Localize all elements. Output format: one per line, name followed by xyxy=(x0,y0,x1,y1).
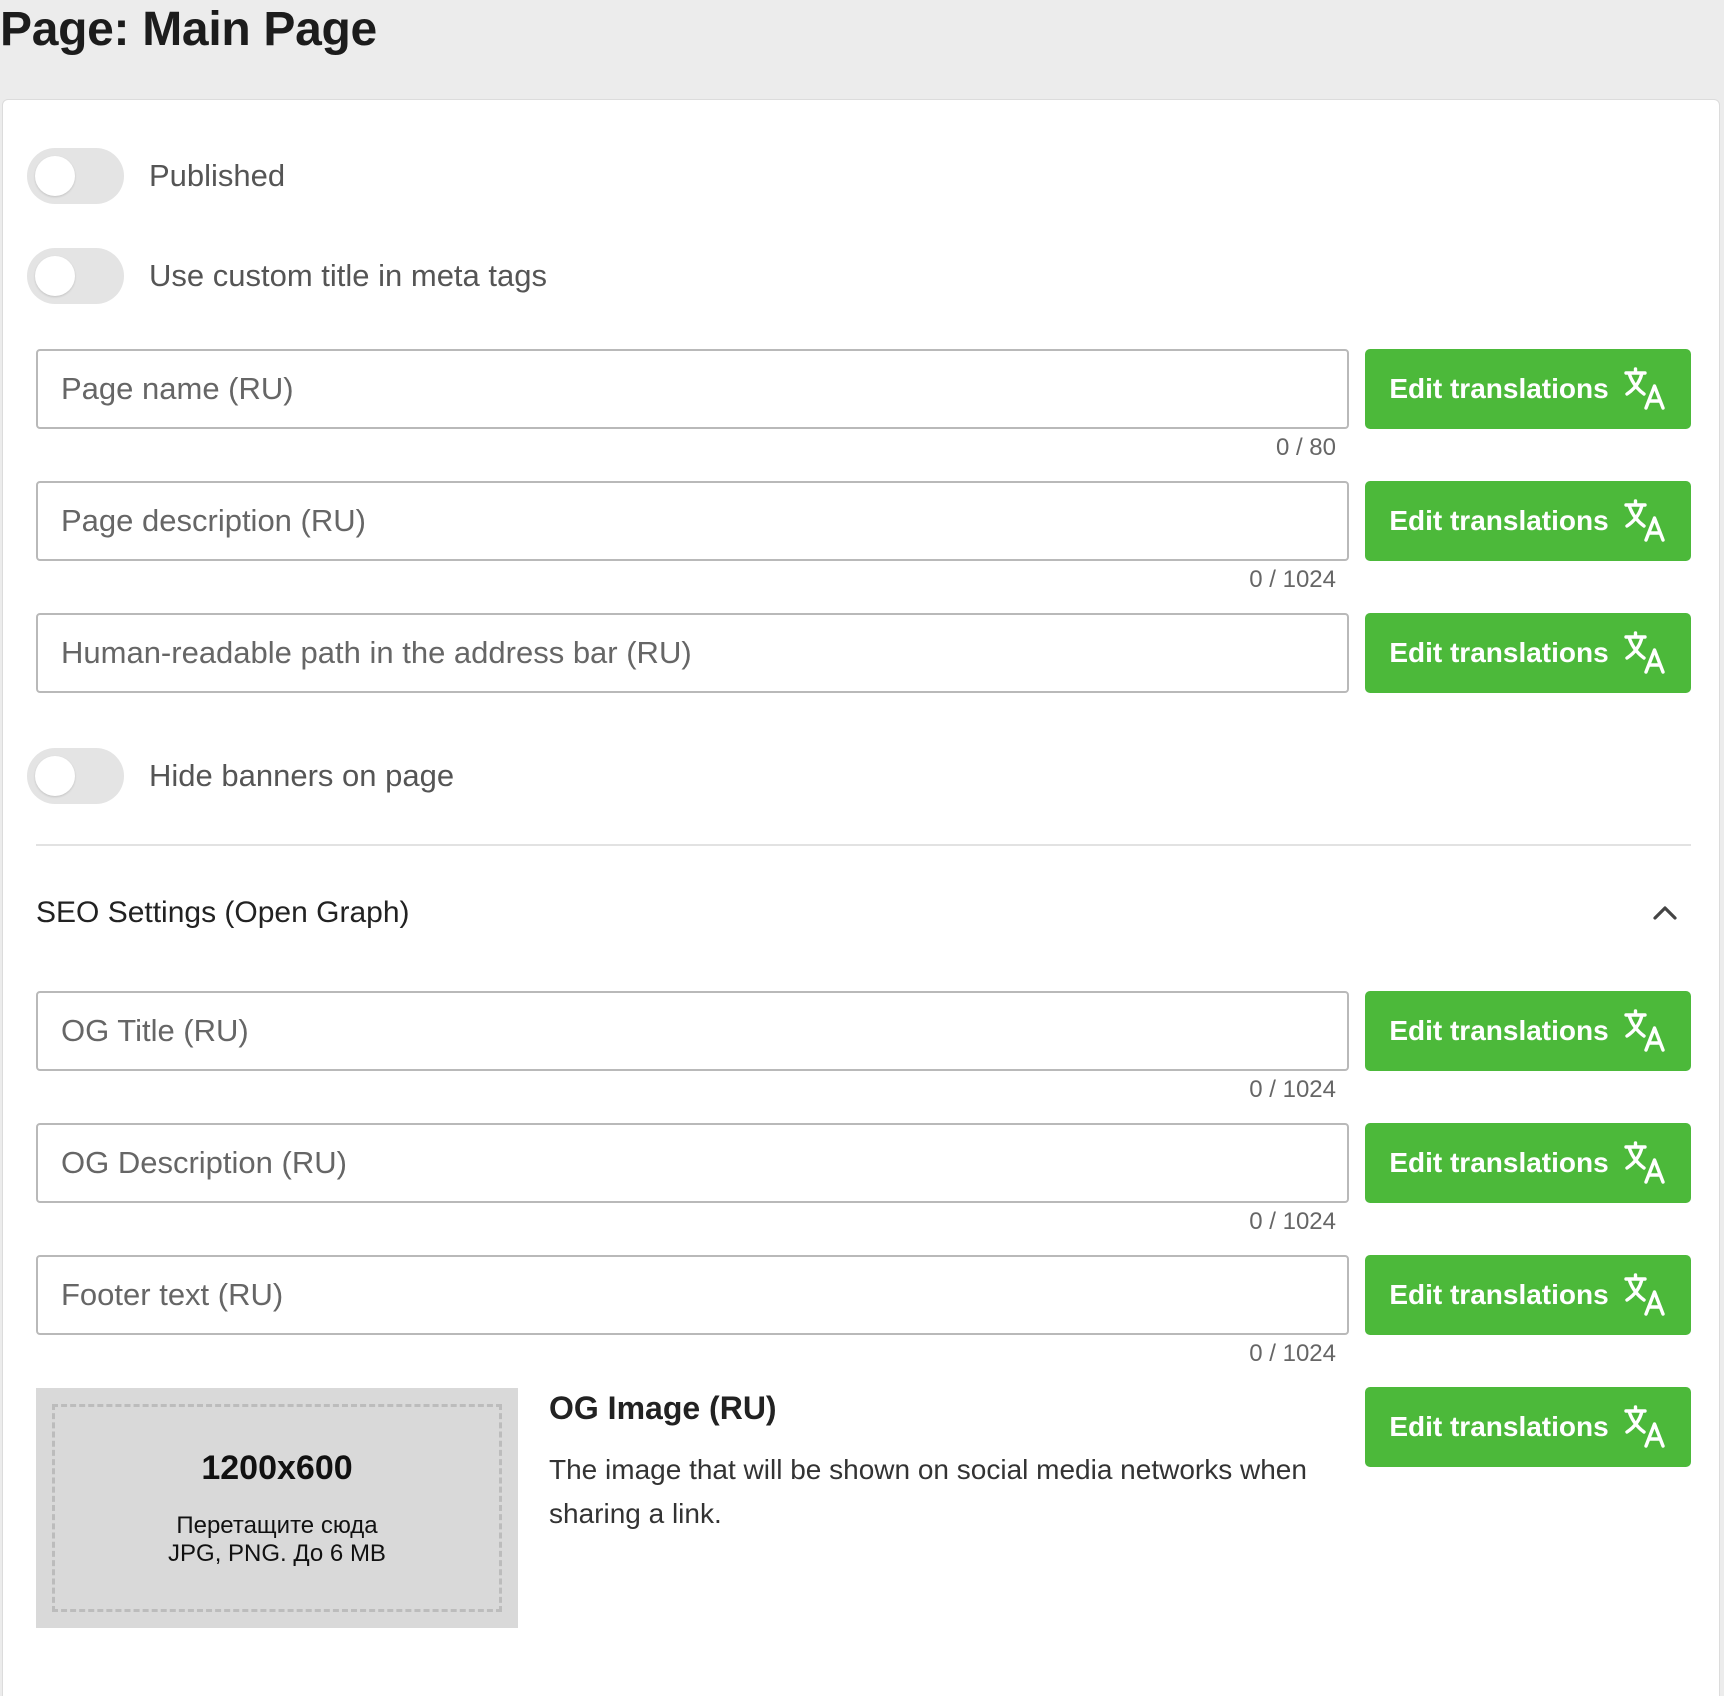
footer-text-input[interactable] xyxy=(38,1257,1347,1333)
page-description-edit-translations-button[interactable]: Edit translations xyxy=(1365,481,1691,561)
toggle-knob xyxy=(35,256,75,296)
translate-icon xyxy=(1623,499,1665,542)
og-title-counter: 0 / 1024 xyxy=(1249,1076,1336,1103)
page-title: Page: Main Page xyxy=(0,3,377,56)
og-description-edit-translations-button[interactable]: Edit translations xyxy=(1365,1123,1691,1203)
edit-translations-label: Edit translations xyxy=(1389,1279,1609,1310)
edit-translations-label: Edit translations xyxy=(1389,373,1609,404)
path-edit-translations-button[interactable]: Edit translations xyxy=(1365,613,1691,693)
og-title-field xyxy=(36,991,1349,1071)
footer-text-field xyxy=(36,1255,1349,1335)
footer-text-counter: 0 / 1024 xyxy=(1249,1340,1336,1367)
toggle-knob xyxy=(35,156,75,196)
og-image-description: The image that will be shown on social m… xyxy=(549,1454,1307,1529)
og-image-dropzone[interactable]: 1200x600 Перетащите сюда JPG, PNG. До 6 … xyxy=(36,1388,518,1628)
published-label: Published xyxy=(149,158,286,193)
translate-icon xyxy=(1623,1405,1665,1448)
translate-icon xyxy=(1623,367,1665,410)
translate-icon xyxy=(1623,631,1665,674)
translate-icon xyxy=(1623,1141,1665,1184)
custom-title-toggle-row: Use custom title in meta tags xyxy=(27,248,547,304)
seo-section-header[interactable]: SEO Settings (Open Graph) xyxy=(36,886,1691,940)
translate-icon xyxy=(1623,1009,1665,1052)
page-name-field xyxy=(36,349,1349,429)
chevron-up-icon[interactable] xyxy=(1647,895,1683,931)
toggle-knob xyxy=(35,756,75,796)
edit-translations-label: Edit translations xyxy=(1389,1411,1609,1442)
path-field xyxy=(36,613,1349,693)
og-title-input[interactable] xyxy=(38,993,1347,1069)
custom-title-label: Use custom title in meta tags xyxy=(149,258,547,293)
custom-title-toggle[interactable] xyxy=(27,248,124,304)
og-description-input[interactable] xyxy=(38,1125,1347,1201)
translate-icon xyxy=(1623,1273,1665,1316)
page-settings-card: Published Use custom title in meta tags … xyxy=(2,99,1720,1696)
published-toggle[interactable] xyxy=(27,148,124,204)
page-name-input[interactable] xyxy=(38,351,1347,427)
page-description-field xyxy=(36,481,1349,561)
og-description-field xyxy=(36,1123,1349,1203)
edit-translations-label: Edit translations xyxy=(1389,637,1609,668)
hide-banners-label: Hide banners on page xyxy=(149,758,455,793)
og-title-edit-translations-button[interactable]: Edit translations xyxy=(1365,991,1691,1071)
edit-translations-label: Edit translations xyxy=(1389,505,1609,536)
hide-banners-toggle-row: Hide banners on page xyxy=(27,748,454,804)
dropzone-size: 1200x600 xyxy=(201,1448,353,1487)
page-name-counter: 0 / 80 xyxy=(1275,434,1336,461)
page-description-input[interactable] xyxy=(38,483,1347,559)
path-input[interactable] xyxy=(38,615,1347,691)
og-image-edit-translations-button[interactable]: Edit translations xyxy=(1365,1387,1691,1467)
edit-translations-label: Edit translations xyxy=(1389,1015,1609,1046)
seo-section-title: SEO Settings (Open Graph) xyxy=(36,896,410,929)
page-name-edit-translations-button[interactable]: Edit translations xyxy=(1365,349,1691,429)
edit-translations-label: Edit translations xyxy=(1389,1147,1609,1178)
dropzone-hint-line2: JPG, PNG. До 6 MB xyxy=(168,1539,386,1567)
footer-text-edit-translations-button[interactable]: Edit translations xyxy=(1365,1255,1691,1335)
hide-banners-toggle[interactable] xyxy=(27,748,124,804)
dropzone-hint-line1: Перетащите сюда xyxy=(176,1511,378,1539)
og-image-title: OG Image (RU) xyxy=(549,1390,777,1426)
published-toggle-row: Published xyxy=(27,148,285,204)
og-description-counter: 0 / 1024 xyxy=(1249,1208,1336,1235)
dropzone-dashed-area: 1200x600 Перетащите сюда JPG, PNG. До 6 … xyxy=(52,1404,502,1612)
page-description-counter: 0 / 1024 xyxy=(1249,566,1336,593)
section-divider xyxy=(36,844,1691,846)
